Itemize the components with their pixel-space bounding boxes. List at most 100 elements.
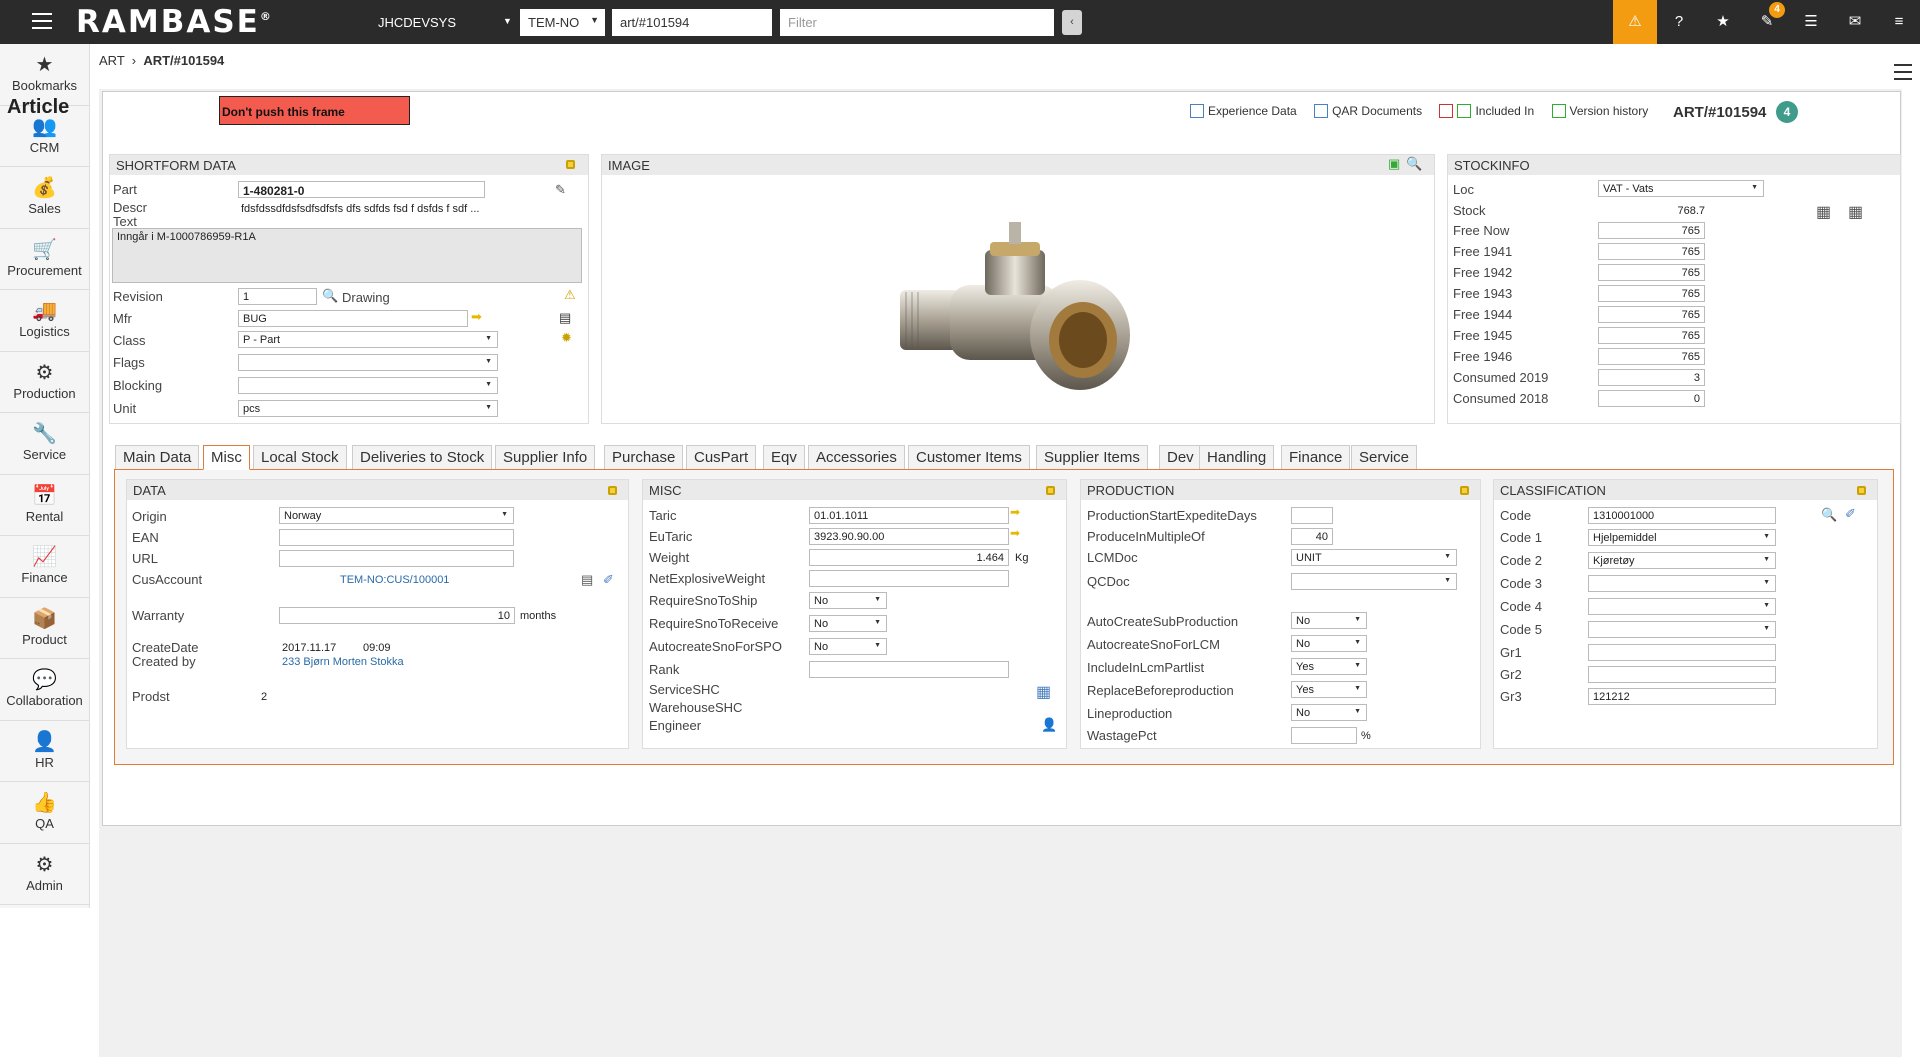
gr2-field[interactable] (1588, 666, 1776, 683)
shc-list-icon[interactable]: ▦ (1036, 682, 1051, 702)
included-in-link[interactable]: Included In (1439, 104, 1534, 118)
lock-icon[interactable] (566, 160, 575, 169)
version-history-link[interactable]: Version history (1551, 104, 1648, 118)
tab-finance[interactable]: Finance (1281, 445, 1351, 469)
ean-field[interactable] (279, 529, 514, 546)
createdby-link[interactable]: 233 Bjørn Morten Stokka (282, 656, 404, 668)
lock-icon[interactable] (608, 486, 617, 495)
tab-service[interactable]: Service (1351, 445, 1418, 469)
tab-main-data[interactable]: Main Data (115, 445, 200, 469)
nav-service[interactable]: 🔧 Service (0, 413, 89, 475)
path-input[interactable]: art/#101594 (612, 9, 772, 36)
rank-field[interactable] (809, 661, 1009, 678)
descr-value[interactable]: fdsfdssdfdsfsdfsdfsfs dfs sdfds fsd f ds… (241, 203, 479, 215)
tab-accessories[interactable]: Accessories (808, 445, 905, 469)
lock-icon[interactable] (1460, 486, 1469, 495)
nav-rental[interactable]: 📅 Rental (0, 475, 89, 536)
nav-logistics[interactable]: 🚚 Logistics (0, 290, 89, 352)
search-icon[interactable]: 🔍 (1821, 507, 1837, 523)
search-icon[interactable]: 🔍 (322, 288, 338, 304)
includeinlcm-select[interactable]: Yes ▼ (1291, 658, 1367, 675)
arrow-right-icon[interactable]: ➡ (1010, 505, 1020, 519)
page-menu-icon[interactable] (1894, 64, 1912, 85)
tab-local-stock[interactable]: Local Stock (253, 445, 347, 469)
notifications-icon[interactable]: ✎ 4 (1745, 0, 1789, 44)
star-icon[interactable]: ★ (1701, 0, 1745, 44)
sar-report-icon[interactable]: ▦ (1848, 202, 1863, 222)
requiresnotoreceive-select[interactable]: No ▼ (809, 615, 887, 632)
eraser-icon[interactable]: ✐ (603, 572, 614, 588)
wastagepct-field[interactable] (1291, 727, 1357, 744)
filter-input[interactable]: Filter (780, 9, 1054, 36)
qcdoc-select[interactable]: ▼ (1291, 573, 1457, 590)
nav-product[interactable]: 📦 Product (0, 598, 89, 659)
autocreatesub-select[interactable]: No ▼ (1291, 612, 1367, 629)
warning-icon[interactable]: ⚠ (1613, 0, 1657, 44)
eraser-icon[interactable]: ✐ (1845, 506, 1856, 522)
help-icon[interactable]: ? (1657, 0, 1701, 44)
revision-field[interactable]: 1 (238, 288, 317, 305)
autocreatesnoforspo-select[interactable]: No ▼ (809, 638, 887, 655)
article-badge[interactable]: 4 (1776, 101, 1798, 123)
startexpedite-field[interactable] (1291, 507, 1333, 524)
arrow-right-icon[interactable]: ➡ (1010, 526, 1020, 540)
code4-select[interactable]: ▼ (1588, 598, 1776, 615)
tab-misc[interactable]: Misc (203, 445, 250, 470)
tab-supplier-info[interactable]: Supplier Info (495, 445, 596, 469)
code2-select[interactable]: Kjøretøy ▼ (1588, 552, 1776, 569)
nav-procurement[interactable]: 🛒 Procurement (0, 229, 89, 290)
warning-icon[interactable]: ⚠ (564, 287, 576, 303)
system-dropdown-icon[interactable]: ▼ (503, 16, 512, 26)
zoom-icon[interactable]: 🔍 (1406, 156, 1422, 172)
experience-data-link[interactable]: Experience Data (1190, 104, 1297, 118)
netexplosive-field[interactable] (809, 570, 1009, 587)
code-field[interactable]: 1310001000 (1588, 507, 1776, 524)
sar-icon[interactable]: ▦ (1816, 202, 1831, 222)
replacebefore-select[interactable]: Yes ▼ (1291, 681, 1367, 698)
tab-customer-items[interactable]: Customer Items (908, 445, 1030, 469)
document-icon[interactable]: ▤ (581, 572, 593, 588)
origin-select[interactable]: Norway ▼ (279, 507, 514, 524)
nav-hr[interactable]: 👤 HR (0, 721, 89, 782)
code1-select[interactable]: Hjelpemiddel ▼ (1588, 529, 1776, 546)
nav-sales[interactable]: 💰 Sales (0, 167, 89, 229)
code5-select[interactable]: ▼ (1588, 621, 1776, 638)
text-area[interactable]: Inngår i M-1000786959-R1A (112, 228, 582, 283)
loc-select[interactable]: VAT - Vats ▼ (1598, 180, 1764, 197)
nav-production[interactable]: ⚙ Production (0, 352, 89, 413)
drawing-link[interactable]: Drawing (342, 290, 390, 305)
company-select[interactable]: TEM-NO ▼ (520, 9, 605, 36)
mail-icon[interactable]: ✉ (1833, 0, 1877, 44)
engineer-icon[interactable]: 👤 (1041, 717, 1057, 733)
class-select[interactable]: P - Part ▼ (238, 331, 498, 348)
cusaccount-link[interactable]: TEM-NO:CUS/100001 (340, 574, 449, 586)
tab-supplier-items[interactable]: Supplier Items (1036, 445, 1148, 469)
lock-icon[interactable] (1857, 486, 1866, 495)
tab-dev[interactable]: Dev (1159, 445, 1202, 469)
lock-icon[interactable] (1046, 486, 1055, 495)
nav-collaboration[interactable]: 💬 Collaboration (0, 659, 89, 721)
calculator-icon[interactable]: ▤ (559, 310, 571, 326)
blocking-select[interactable]: ▼ (238, 377, 498, 394)
weight-field[interactable]: 1.464 (809, 549, 1009, 566)
requiresnotoship-select[interactable]: No ▼ (809, 592, 887, 609)
producemultiple-field[interactable]: 40 (1291, 528, 1333, 545)
tab-cuspart[interactable]: CusPart (686, 445, 757, 469)
flags-select[interactable]: ▼ (238, 354, 498, 371)
settings-icon[interactable]: ✹ (561, 330, 572, 346)
warranty-field[interactable]: 10 (279, 607, 515, 624)
nav-qa[interactable]: 👍 QA (0, 782, 89, 844)
unit-select[interactable]: pcs ▼ (238, 400, 498, 417)
tab-handling[interactable]: Handling (1199, 445, 1275, 469)
image-icon[interactable]: ▣ (1388, 156, 1400, 172)
tab-deliveries-to-stock[interactable]: Deliveries to Stock (352, 445, 493, 469)
back-button[interactable]: ‹ (1062, 10, 1082, 35)
gr3-field[interactable]: 121212 (1588, 688, 1776, 705)
main-menu-icon[interactable] (32, 13, 52, 31)
taric-field[interactable]: 01.01.1011 (809, 507, 1009, 524)
system-name[interactable]: JHCDEVSYS (378, 15, 456, 30)
autocreatelcm-select[interactable]: No ▼ (1291, 635, 1367, 652)
code3-select[interactable]: ▼ (1588, 575, 1776, 592)
arrow-right-icon[interactable]: ➡ (471, 309, 482, 325)
url-field[interactable] (279, 550, 514, 567)
